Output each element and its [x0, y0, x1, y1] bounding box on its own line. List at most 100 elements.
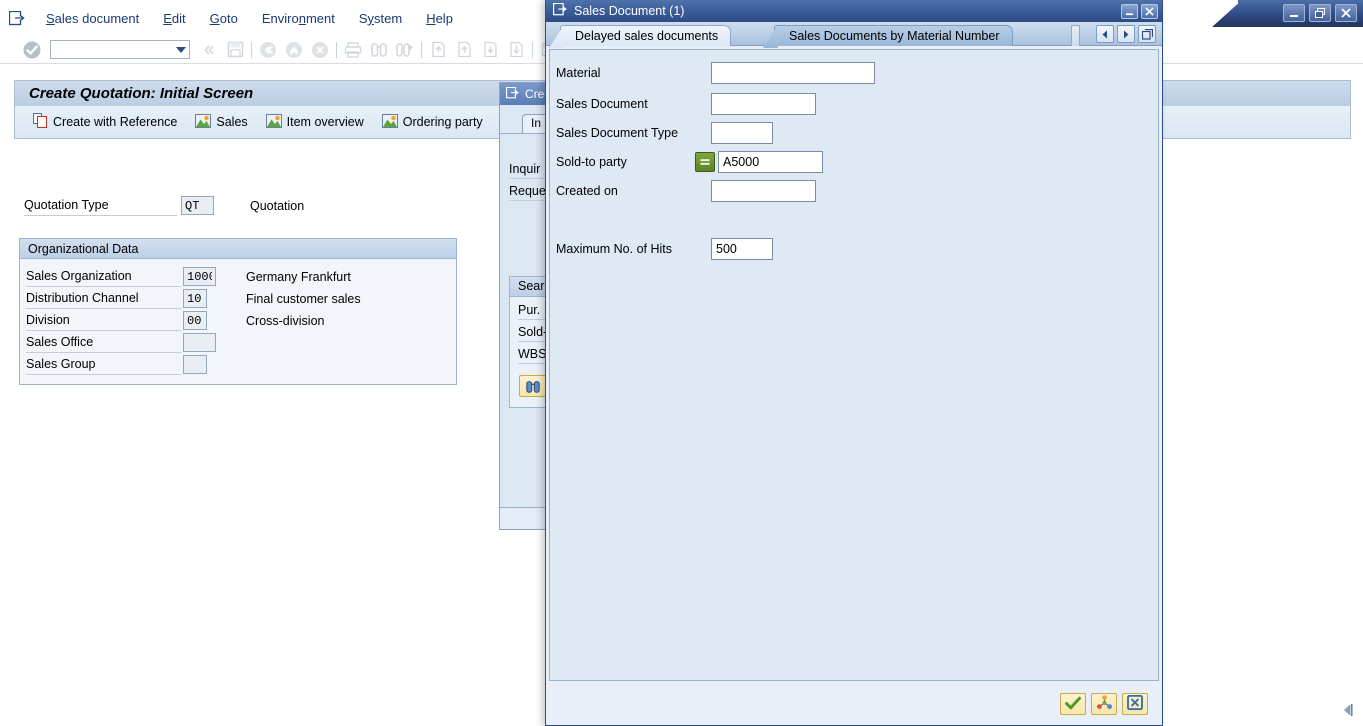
dialog-minimize-button[interactable]	[1121, 3, 1138, 19]
sales-icon	[195, 113, 212, 131]
back-chevrons-icon	[196, 38, 222, 62]
screenshot-root: Sales document Edit Goto Environment Sys…	[0, 0, 1363, 726]
menu-item-edit[interactable]: Edit	[151, 9, 197, 28]
sales-label: Sales	[216, 115, 248, 129]
dialog-cancel-button[interactable]	[1122, 693, 1148, 715]
sales-office-row: Sales Office	[26, 332, 216, 353]
division-row: Division Cross-division	[26, 310, 325, 331]
sales-document-type-field-row: Sales Document Type	[556, 122, 773, 144]
chevron-down-icon[interactable]	[176, 46, 186, 53]
first-page-icon	[425, 38, 451, 62]
distribution-channel-input[interactable]	[183, 289, 207, 308]
minimize-button[interactable]	[1283, 4, 1305, 22]
material-field-row: Material	[556, 62, 875, 84]
dialog-footer	[546, 683, 1162, 725]
quotation-type-label: Quotation Type	[24, 195, 177, 216]
create-with-reference-label: Create with Reference	[53, 115, 178, 129]
sold-to-party-field-row: Sold-to party	[556, 151, 823, 173]
created-on-input[interactable]	[711, 180, 816, 202]
toolbar-separator	[251, 41, 252, 58]
maximum-hits-input[interactable]	[711, 238, 773, 260]
multiple-selection-icon	[1096, 694, 1113, 714]
sap-window-icon	[552, 2, 568, 19]
binoculars-icon[interactable]	[519, 375, 547, 397]
find-icon	[366, 38, 392, 62]
sold-to-party-label: Sold-to party	[556, 155, 627, 169]
close-button[interactable]	[1335, 4, 1357, 22]
sold-to-party-input[interactable]	[718, 151, 823, 173]
window-control-buttons	[1283, 4, 1357, 22]
tab-delayed-sales-documents[interactable]: Delayed sales documents	[560, 25, 732, 46]
sales-document-label: Sales Document	[556, 97, 648, 111]
menu-item-system[interactable]: System	[347, 9, 414, 28]
sap-logo-icon	[0, 10, 34, 26]
distribution-channel-label: Distribution Channel	[26, 288, 181, 309]
sap-window-icon	[506, 86, 520, 102]
resize-left-icon[interactable]	[1341, 702, 1355, 718]
toolbar-separator	[421, 41, 422, 58]
ordering-party-button[interactable]: Ordering party	[378, 111, 497, 134]
sales-office-input[interactable]	[183, 333, 216, 352]
copy-reference-icon	[32, 112, 48, 131]
quotation-type-input[interactable]	[181, 196, 214, 215]
command-input[interactable]	[58, 41, 176, 58]
print-icon	[340, 38, 366, 62]
quotation-type-description: Quotation	[250, 198, 305, 213]
maximum-hits-field-row: Maximum No. of Hits	[556, 238, 773, 260]
dialog-tabstrip: Delayed sales documents Sales Documents …	[546, 22, 1162, 46]
sales-document-field-row: Sales Document	[556, 93, 816, 115]
cancel-x-icon	[307, 38, 333, 62]
dialog-tab-navigation	[1096, 25, 1156, 43]
sales-group-input[interactable]	[183, 355, 207, 374]
dialog-multiple-selection-button[interactable]	[1091, 693, 1117, 715]
toolbar-separator	[336, 41, 337, 58]
maximum-hits-label: Maximum No. of Hits	[556, 242, 672, 256]
previous-page-icon	[451, 38, 477, 62]
distribution-channel-description: Final customer sales	[246, 291, 361, 306]
sold-to-party-focus-wrapper	[718, 151, 823, 173]
create-with-reference-button[interactable]: Create with Reference	[29, 110, 191, 134]
tab-sales-documents-by-material-number[interactable]: Sales Documents by Material Number	[774, 25, 1013, 46]
quotation-type-row: Quotation Type Quotation	[24, 195, 304, 216]
last-page-icon	[503, 38, 529, 62]
exit-up-icon	[281, 38, 307, 62]
ordering-party-icon	[381, 113, 398, 131]
division-input[interactable]	[183, 311, 207, 330]
find-next-icon	[392, 38, 418, 62]
tab-scroll-left-button[interactable]	[1096, 25, 1114, 43]
menu-item-environment[interactable]: Environment	[250, 9, 347, 28]
sales-office-label: Sales Office	[26, 332, 181, 353]
tab-scroll-right-button[interactable]	[1117, 25, 1135, 43]
dialog-close-button[interactable]	[1141, 3, 1158, 19]
material-input[interactable]	[711, 62, 875, 84]
dialog-titlebar: Sales Document (1)	[546, 0, 1162, 22]
next-page-icon	[477, 38, 503, 62]
created-on-field-row: Created on	[556, 180, 816, 202]
created-on-label: Created on	[556, 184, 618, 198]
sales-organization-input[interactable]	[183, 267, 216, 286]
sales-document-type-label: Sales Document Type	[556, 126, 679, 140]
dialog-body: Material Sales Document Sales Document T…	[549, 49, 1159, 681]
dialog-enter-button[interactable]	[1060, 693, 1086, 715]
division-label: Division	[26, 310, 181, 331]
sales-group-row: Sales Group	[26, 354, 207, 375]
sales-document-input[interactable]	[711, 93, 816, 115]
tab-list-button[interactable]	[1138, 25, 1156, 43]
blue-x-icon	[1127, 694, 1143, 713]
menu-item-goto[interactable]: Goto	[198, 9, 250, 28]
toolbar-separator	[532, 41, 533, 58]
ordering-party-label: Ordering party	[402, 115, 483, 129]
command-field[interactable]	[50, 40, 190, 59]
restore-button[interactable]	[1309, 4, 1331, 22]
item-overview-label: Item overview	[286, 115, 364, 129]
equals-operator-icon[interactable]	[695, 152, 715, 172]
check-circle-icon[interactable]	[22, 40, 42, 60]
item-overview-button[interactable]: Item overview	[262, 111, 378, 134]
sales-button[interactable]: Sales	[191, 111, 261, 134]
menu-item-help[interactable]: Help	[414, 9, 465, 28]
menu-item-sales-document[interactable]: Sales document	[34, 9, 151, 28]
sales-document-type-input[interactable]	[711, 122, 773, 144]
distribution-channel-row: Distribution Channel Final customer sale…	[26, 288, 361, 309]
sales-group-label: Sales Group	[26, 354, 181, 375]
organizational-data-groupbox: Organizational Data Sales Organization G…	[19, 238, 457, 385]
